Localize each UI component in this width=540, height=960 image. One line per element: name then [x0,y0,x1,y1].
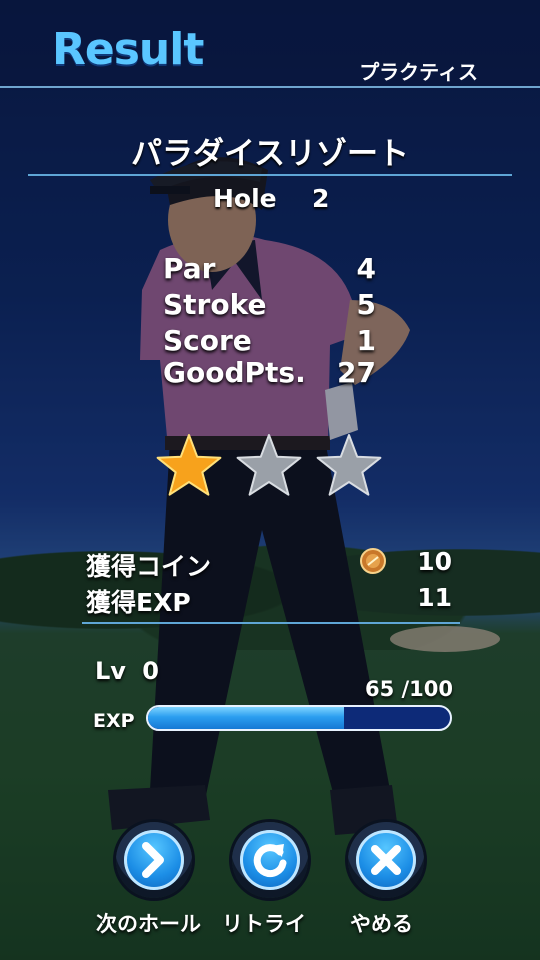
level-value: 0 [142,657,159,685]
hole-number: 2 [312,184,330,213]
coin-gain-label: 獲得コイン [86,552,212,581]
next-hole-button[interactable] [116,822,192,898]
star-empty-icon [236,434,302,496]
retry-label[interactable]: リトライ [222,908,306,938]
stat-label-stroke: Stroke [163,288,267,321]
hole-label: Hole [213,184,277,213]
coin-gain-value: 10 [417,547,452,576]
star-empty-icon [316,434,382,496]
stat-label-par: Par [163,252,216,285]
header-bar: Result プラクティス [0,0,540,88]
stat-label-score: Score [163,324,252,357]
level-label: Lv [95,657,126,685]
stat-label-goodpts: GoodPts. [163,356,306,389]
quit-button[interactable] [348,822,424,898]
retry-button[interactable] [232,822,308,898]
next-arrow-icon [142,842,164,878]
course-name: パラダイスリゾート [130,136,410,172]
exp-progress-fill [148,707,345,729]
stat-value-goodpts: 27 [337,356,376,389]
divider [28,174,512,176]
exp-progress-bar [146,705,452,731]
exp-gain-value: 11 [417,583,452,612]
stat-value-stroke: 5 [356,288,376,321]
retry-icon [253,844,287,878]
star-rating [156,434,382,496]
page-title: Result [52,24,204,75]
divider [82,622,460,624]
star-earned-icon [156,434,222,496]
level-display: Lv 0 [95,657,159,685]
exp-bar-label: EXP [93,710,135,732]
next-hole-label[interactable]: 次のホール [96,908,201,938]
exp-gain-label: 獲得EXP [86,588,191,617]
stat-value-par: 4 [356,252,376,285]
mode-label: プラクティス [359,60,478,84]
stat-value-score: 1 [356,324,376,357]
exp-count: 65 /100 [364,677,453,701]
close-icon [371,845,401,875]
quit-label[interactable]: やめる [350,908,413,938]
